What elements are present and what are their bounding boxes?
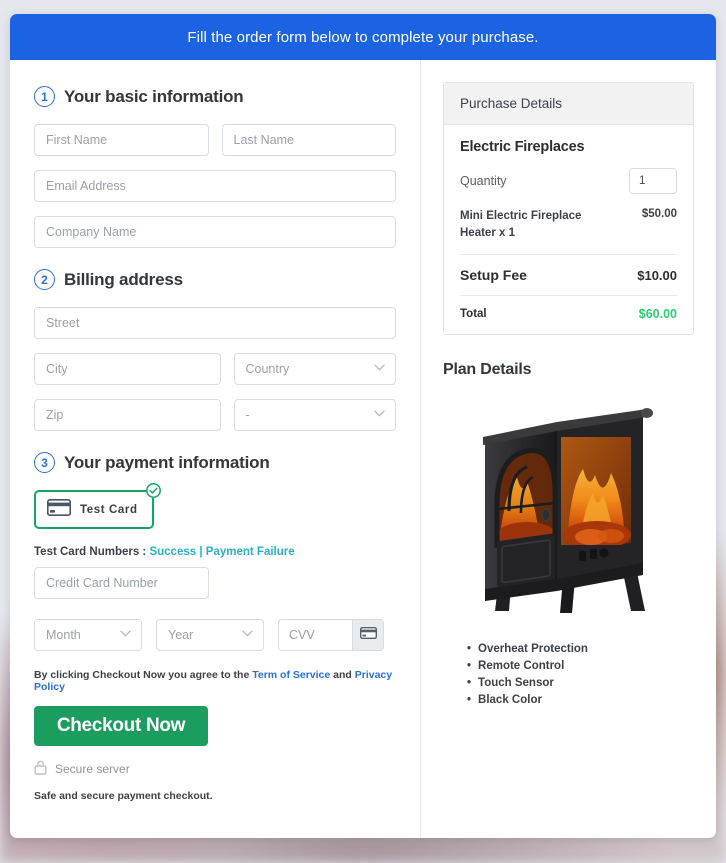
street-row: Street	[34, 307, 396, 339]
company-row: Company Name	[34, 216, 396, 248]
safe-checkout-note: Safe and secure payment checkout.	[34, 790, 213, 802]
step-number-2: 2	[34, 269, 55, 290]
feature-list: Overheat Protection Remote Control Touch…	[443, 643, 694, 706]
banner-text: Fill the order form below to complete yo…	[187, 28, 539, 46]
step-title-2: Billing address	[64, 269, 183, 289]
product-name: Electric Fireplaces	[460, 139, 585, 155]
test-card-numbers-row: Test Card Numbers : Success | Payment Fa…	[34, 546, 396, 558]
checkout-card: Fill the order form below to complete yo…	[10, 14, 716, 838]
terms-text: By clicking Checkout Now you agree to th…	[34, 669, 396, 693]
country-select-value: Country	[233, 353, 396, 385]
cvv-help-button[interactable]	[352, 619, 384, 651]
expiry-year-select[interactable]: Year	[156, 619, 264, 651]
step-number-1: 1	[34, 86, 55, 107]
line-item-amount: $50.00	[641, 208, 677, 220]
plan-details-title: Plan Details	[443, 361, 532, 379]
line-item-row: Mini Electric Fireplace Heater x 1 $50.0…	[460, 208, 677, 256]
step-title-1: Your basic information	[64, 86, 244, 106]
cvv-input[interactable]: CVV	[278, 619, 352, 651]
setup-fee-amount: $10.00	[637, 267, 677, 283]
expiry-month-value: Month	[34, 619, 142, 651]
payment-failure-link[interactable]: Payment Failure	[206, 546, 295, 558]
test-card-option[interactable]: Test Card	[34, 490, 154, 529]
total-row: Total $60.00	[460, 307, 677, 321]
check-circle-icon	[145, 483, 161, 498]
purchase-details-body: Electric Fireplaces Quantity 1 Mini Elec…	[444, 125, 693, 334]
step-title-3: Your payment information	[64, 452, 270, 472]
content-columns: 1 Your basic information First Name Last…	[10, 60, 716, 838]
terms-conjunction: and	[333, 669, 352, 681]
payment-method-test-card[interactable]: Test Card	[34, 483, 161, 529]
city-country-row: City Country	[34, 353, 396, 385]
last-name-input[interactable]: Last Name	[221, 124, 396, 156]
secure-server-label: Secure server	[55, 762, 130, 776]
state-select-value: -	[233, 399, 396, 431]
email-input[interactable]: Email Address	[34, 170, 396, 202]
test-card-label: Test Card	[80, 503, 138, 516]
list-item: Remote Control	[467, 660, 694, 672]
email-row: Email Address	[34, 170, 396, 202]
page-banner: Fill the order form below to complete yo…	[10, 14, 716, 60]
list-item: Touch Sensor	[467, 677, 694, 689]
list-item: Overheat Protection	[467, 643, 694, 655]
quantity-label: Quantity	[460, 174, 507, 188]
expiry-cvv-row: Month Year CVV	[34, 619, 396, 651]
expiry-month-select[interactable]: Month	[34, 619, 142, 651]
company-name-input[interactable]: Company Name	[34, 216, 396, 248]
step-heading-basic-info: 1 Your basic information	[34, 86, 396, 107]
secure-server-note: Secure server	[34, 760, 396, 778]
total-label: Total	[460, 308, 487, 321]
credit-card-icon	[359, 626, 377, 644]
name-row: First Name Last Name	[34, 124, 396, 156]
zip-input[interactable]: Zip	[34, 399, 221, 431]
product-image-electric-fireplace	[482, 408, 653, 614]
city-input[interactable]: City	[34, 353, 221, 385]
summary-column: Purchase Details Electric Fireplaces Qua…	[421, 60, 716, 838]
quantity-input[interactable]: 1	[629, 168, 677, 194]
purchase-details-header: Purchase Details	[444, 83, 693, 125]
form-column: 1 Your basic information First Name Last…	[10, 60, 421, 838]
lock-icon	[34, 760, 47, 778]
expiry-year-value: Year	[156, 619, 264, 651]
list-item: Black Color	[467, 694, 694, 706]
checkout-button[interactable]: Checkout Now	[34, 706, 208, 746]
success-link[interactable]: Success	[149, 546, 196, 558]
first-name-input[interactable]: First Name	[34, 124, 209, 156]
state-select[interactable]: -	[233, 399, 396, 431]
credit-card-icon	[47, 498, 71, 521]
cvv-group: CVV	[278, 619, 384, 651]
step-heading-payment: 3 Your payment information	[34, 452, 396, 473]
line-item-description: Mini Electric Fireplace Heater x 1	[460, 210, 582, 239]
total-amount: $60.00	[638, 307, 677, 322]
terms-prefix: By clicking Checkout Now you agree to th…	[34, 669, 250, 681]
step-number-3: 3	[34, 452, 55, 473]
credit-card-number-input[interactable]: Credit Card Number	[34, 567, 209, 599]
country-select[interactable]: Country	[233, 353, 396, 385]
link-separator: |	[199, 546, 203, 558]
street-input[interactable]: Street	[34, 307, 396, 339]
setup-fee-row: Setup Fee $10.00	[460, 267, 677, 297]
test-card-numbers-label: Test Card Numbers :	[34, 546, 147, 558]
zip-state-row: Zip -	[34, 399, 396, 431]
purchase-details-panel: Purchase Details Electric Fireplaces Qua…	[443, 82, 694, 336]
terms-of-service-link[interactable]: Term of Service	[252, 669, 330, 681]
setup-fee-label: Setup Fee	[460, 267, 527, 284]
quantity-row: Quantity 1	[460, 168, 677, 194]
step-heading-billing: 2 Billing address	[34, 269, 396, 290]
